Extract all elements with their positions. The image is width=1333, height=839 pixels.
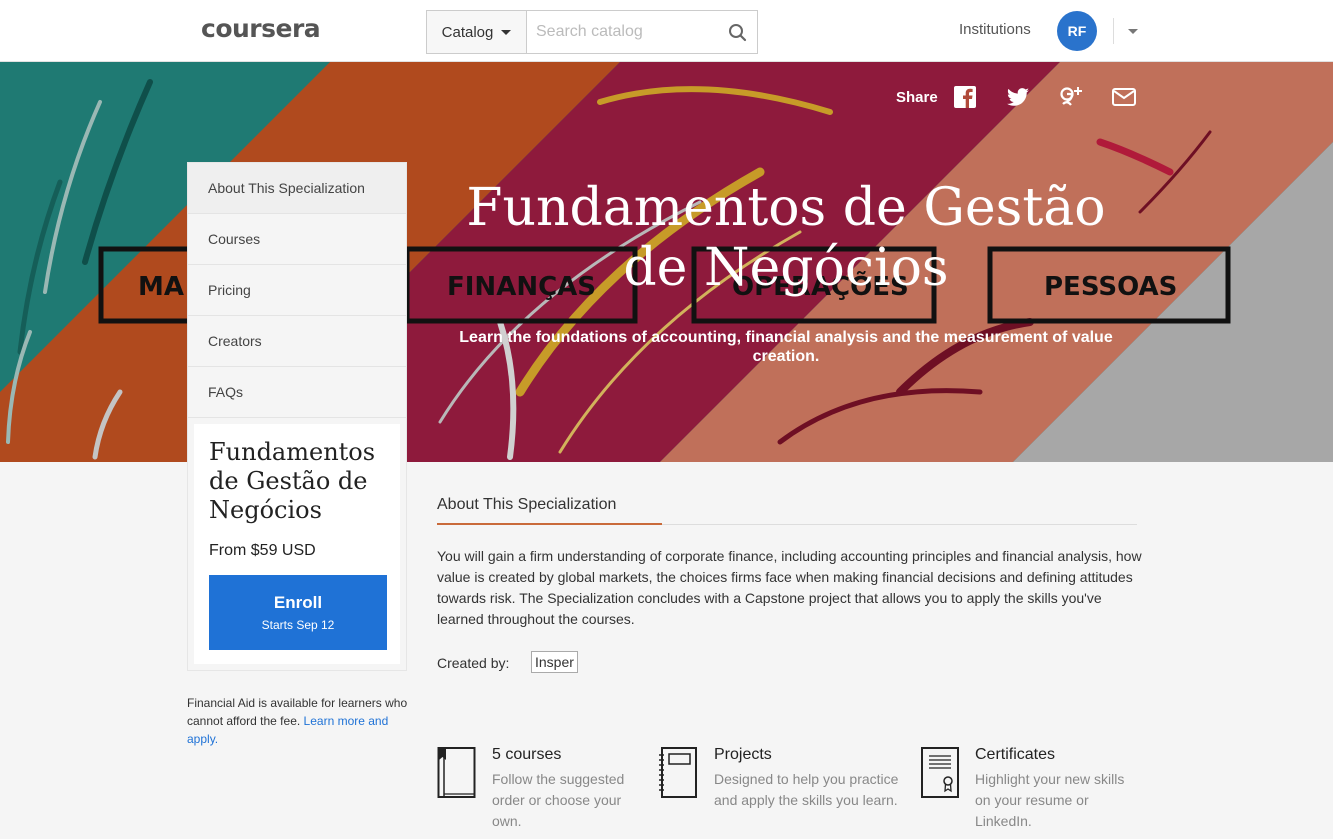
enroll-button[interactable]: Enroll Starts Sep 12 <box>209 575 387 650</box>
specialization-subtitle: Learn the foundations of accounting, fin… <box>459 329 1113 365</box>
price-label: From $59 USD <box>209 542 316 559</box>
email-icon[interactable] <box>1111 84 1137 110</box>
feature-title: 5 courses <box>492 746 562 763</box>
sidebar-item-pricing[interactable]: Pricing <box>188 265 406 316</box>
feature-title: Projects <box>714 746 772 763</box>
share-bar: Share <box>896 84 1164 110</box>
certificate-icon <box>921 747 959 798</box>
about-description: You will gain a firm understanding of co… <box>437 548 1142 627</box>
enroll-start-date: Starts Sep 12 <box>261 618 335 632</box>
header-divider <box>1113 18 1114 44</box>
coursera-logo[interactable]: coursera <box>201 14 321 43</box>
twitter-icon[interactable] <box>1005 84 1031 110</box>
top-navigation-bar: coursera Catalog Institutions RF <box>0 0 1333 62</box>
search-input[interactable] <box>528 11 723 53</box>
search-icon[interactable] <box>727 22 749 44</box>
banner-word-1: MA <box>138 272 184 302</box>
feature-description: Follow the suggested order or choose you… <box>492 771 625 829</box>
sidebar-item-faqs[interactable]: FAQs <box>188 367 406 418</box>
created-by-label: Created by: <box>437 655 510 671</box>
sidebar-navigation: About This Specialization Courses Pricin… <box>187 162 407 671</box>
user-menu-chevron-icon[interactable] <box>1128 29 1138 34</box>
tab-active-indicator <box>437 523 662 525</box>
specialization-title: Fundamentos de Gestão de Negócios <box>466 178 1106 298</box>
feature-title: Certificates <box>975 746 1056 763</box>
financial-aid-note: Financial Aid is available for learners … <box>187 694 412 748</box>
feature-description: Designed to help you practice and apply … <box>714 771 899 808</box>
card-title: Fundamentos de Gestão de Negócios <box>209 438 376 524</box>
feature-projects: Projects Designed to help you practice a… <box>659 746 899 836</box>
tab-about-specialization[interactable]: About This Specialization <box>437 496 616 514</box>
catalog-dropdown-button[interactable]: Catalog <box>427 11 527 53</box>
feature-courses: 5 courses Follow the suggested order or … <box>437 746 637 836</box>
facebook-icon[interactable] <box>952 84 978 110</box>
sidebar-item-about[interactable]: About This Specialization <box>188 163 406 214</box>
institutions-link[interactable]: Institutions <box>959 21 1031 38</box>
feature-certificates: Certificates Highlight your new skills o… <box>920 746 1140 836</box>
chevron-down-icon <box>501 29 512 35</box>
enroll-button-label: Enroll <box>273 593 323 612</box>
enroll-card: Fundamentos de Gestão de Negócios From $… <box>194 424 400 664</box>
feature-description: Highlight your new skills on your resume… <box>975 771 1125 829</box>
creator-link[interactable]: Insper <box>531 651 578 673</box>
sidebar-item-creators[interactable]: Creators <box>188 316 406 367</box>
google-plus-icon[interactable] <box>1058 84 1084 110</box>
notebook-icon <box>659 747 697 798</box>
user-avatar[interactable]: RF <box>1057 11 1097 51</box>
share-label: Share <box>896 88 938 106</box>
catalog-label: Catalog <box>441 23 494 41</box>
book-icon <box>437 747 476 798</box>
catalog-search-box: Catalog <box>426 10 758 54</box>
sidebar-item-courses[interactable]: Courses <box>188 214 406 265</box>
